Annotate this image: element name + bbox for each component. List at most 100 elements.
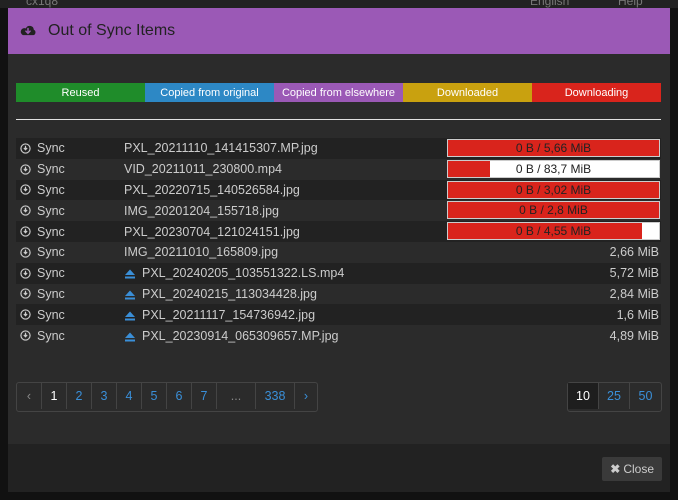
sync-action[interactable]: Sync (16, 266, 124, 280)
sync-action[interactable]: Sync (16, 308, 124, 322)
divider (16, 119, 661, 120)
file-name: PXL_20230704_121024151.jpg (124, 224, 300, 239)
file-name-cell: PXL_20240215_113034428.jpg (124, 287, 661, 301)
file-name: PXL_20211117_154736942.jpg (142, 307, 316, 322)
sync-label: Sync (37, 266, 65, 281)
file-name-cell: PXL_20240205_103551322.LS.mp4 (124, 266, 661, 280)
sync-download-icon (20, 247, 31, 258)
file-name: IMG_20211010_165809.jpg (124, 245, 279, 260)
legend-item: Copied from elsewhere (274, 83, 403, 102)
page-size-option[interactable]: 10 (568, 383, 599, 409)
table-row: Sync VID_20211011_230800.mp4 0 B / 83,7 Mi… (16, 159, 661, 180)
file-name: PXL_20240215_113034428.jpg (142, 286, 317, 301)
file-name-cell: IMG_20211010_165809.jpg (124, 245, 661, 259)
items-table: Sync PXL_20211110_141415307.MP.jpg 0 B / 5… (16, 138, 661, 346)
progress-label: 0 B / 5,66 MiB (515, 141, 592, 155)
close-icon: ✖ (610, 462, 621, 476)
sync-action[interactable]: Sync (16, 287, 124, 301)
sync-label: Sync (37, 224, 65, 239)
sync-download-icon (20, 143, 31, 154)
page-size-option[interactable]: 25 (599, 383, 630, 409)
sync-download-icon (20, 184, 31, 196)
brand-text: cx1q8 (26, 0, 59, 8)
file-size: 5,72 MiB (609, 266, 659, 281)
pagination-page[interactable]: 1 (42, 383, 67, 409)
pagination-page[interactable]: 338 (256, 383, 295, 409)
file-name: VID_20211011_230800.mp4 (124, 162, 283, 177)
sync-action[interactable]: Sync (16, 245, 124, 259)
sync-action[interactable]: Sync (16, 141, 124, 155)
file-name: PXL_20220715_140526584.jpg (124, 182, 300, 197)
sync-label: Sync (37, 286, 65, 301)
close-button[interactable]: ✖ Close (602, 457, 662, 481)
eject-icon (124, 289, 136, 300)
page-size-option[interactable]: 50 (630, 383, 661, 409)
table-row: Sync IMG_20211010_165809.jpg 2,66 MiB (16, 242, 661, 263)
pagination: ‹ 1 2 3 4 5 6 7... 338 › (16, 382, 318, 412)
table-row: Sync PXL_20230914_065309657.MP.jpg 4,89 Mi… (16, 325, 661, 346)
download-progress-bar: 0 B / 2,8 MiB (447, 201, 660, 220)
file-size: 2,66 MiB (609, 245, 659, 260)
file-name-cell: PXL_20230914_065309657.MP.jpg (124, 329, 661, 343)
pagination-page[interactable]: 4 (117, 383, 142, 409)
progress-label: 0 B / 83,7 MiB (515, 161, 592, 176)
progress-label: 0 B / 3,02 MiB (515, 182, 592, 197)
cloud-download-icon (20, 25, 36, 36)
help-menu[interactable]: Help (618, 0, 643, 8)
pagination-page[interactable]: 6 (167, 383, 192, 409)
background-navbar: cx1q8 English Help (0, 0, 678, 8)
sync-download-icon (20, 309, 31, 320)
table-row: Sync IMG_20201204_155718.jpg 0 B / 2,8 MiB (16, 200, 661, 221)
legend: Reused Copied from original Copied from el… (16, 83, 661, 102)
page-size-selector: 10 25 50 (567, 382, 662, 412)
modal-title: Out of Sync Items (48, 22, 176, 39)
pagination-page[interactable]: 2 (67, 383, 92, 409)
pagination-page[interactable]: 5 (142, 383, 167, 409)
sync-label: Sync (37, 307, 65, 322)
file-size: 1,6 MiB (616, 307, 659, 322)
file-name: PXL_20230914_065309657.MP.jpg (142, 328, 339, 343)
eject-icon (124, 310, 136, 321)
table-row: Sync PXL_20211110_141415307.MP.jpg 0 B / 5… (16, 138, 661, 159)
table-row: Sync PXL_20230704_121024151.jpg 0 B / 4,55… (16, 221, 661, 242)
file-size: 2,84 MiB (609, 286, 659, 301)
sync-action[interactable]: Sync (16, 183, 124, 197)
file-size: 4,89 MiB (609, 328, 659, 343)
file-name: PXL_20240205_103551322.LS.mp4 (142, 266, 345, 281)
sync-label: Sync (37, 245, 65, 260)
table-row: Sync PXL_20240205_103551322.LS.mp4 5,72 Mi… (16, 262, 661, 284)
close-label: Close (623, 462, 654, 476)
legend-item: Copied from original (145, 83, 274, 102)
pagination-page[interactable]: 7 (192, 383, 217, 409)
language-menu[interactable]: English (530, 0, 569, 8)
sync-download-icon (20, 267, 31, 279)
sync-label: Sync (37, 162, 65, 177)
legend-item: Downloading (532, 83, 661, 102)
modal-header: Out of Sync Items (8, 8, 670, 54)
pagination-prev[interactable]: ‹ (17, 383, 42, 409)
progress-label: 0 B / 4,55 MiB (515, 224, 592, 239)
pagination-next[interactable]: › (295, 383, 317, 409)
file-name: PXL_20211110_141415307.MP.jpg (124, 141, 318, 156)
download-progress-bar: 0 B / 83,7 MiB (447, 159, 660, 178)
sync-download-icon (20, 205, 31, 216)
sync-download-icon (20, 164, 31, 175)
sync-action[interactable]: Sync (16, 329, 124, 343)
sync-action[interactable]: Sync (16, 204, 124, 218)
sync-download-icon (20, 226, 31, 237)
sync-action[interactable]: Sync (16, 162, 124, 176)
pagination-ellipsis[interactable]: ... (217, 383, 256, 409)
sync-download-icon (20, 330, 31, 341)
eject-icon (124, 331, 136, 342)
table-row: Sync PXL_20211117_154736942.jpg 1,6 MiB (16, 304, 661, 326)
eject-icon (124, 268, 136, 279)
table-row: Sync PXL_20240215_113034428.jpg 2,84 MiB (16, 284, 661, 305)
out-of-sync-modal: Out of Sync Items Reused Copied from orig… (8, 8, 670, 492)
sync-label: Sync (37, 141, 65, 156)
progress-label: 0 B / 2,8 MiB (519, 203, 588, 218)
legend-item: Downloaded (403, 83, 532, 102)
sync-label: Sync (37, 203, 65, 218)
pagination-page[interactable]: 3 (92, 383, 117, 409)
file-name: IMG_20201204_155718.jpg (124, 203, 279, 218)
sync-action[interactable]: Sync (16, 225, 124, 239)
